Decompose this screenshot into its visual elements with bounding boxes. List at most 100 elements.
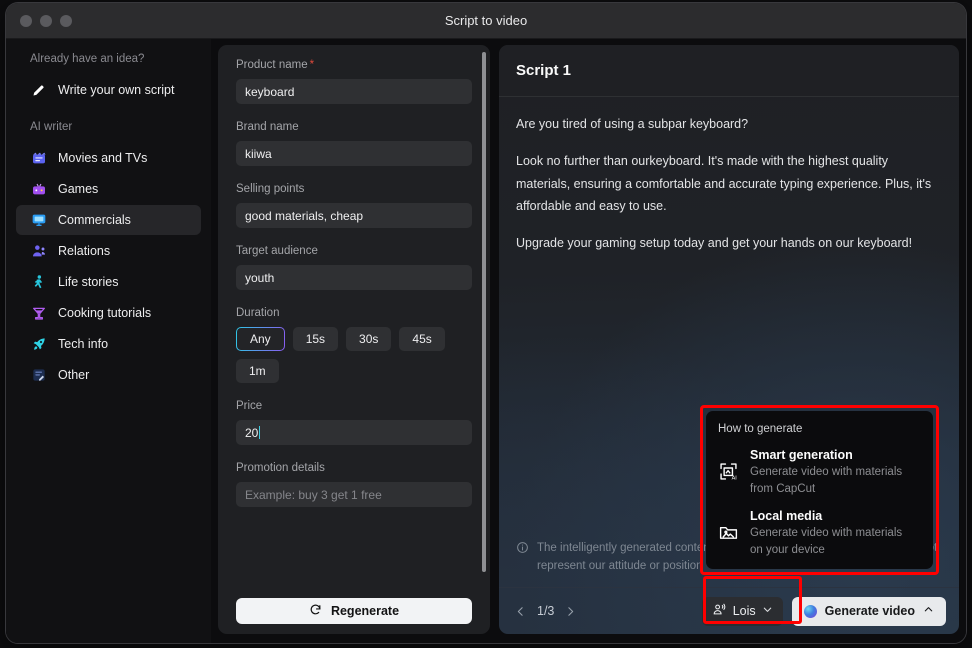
- maximize-button-icon[interactable]: [60, 15, 72, 27]
- monitor-ad-icon: [30, 212, 47, 229]
- option-local-media-text: Local media Generate video with material…: [750, 509, 918, 560]
- refresh-icon: [309, 603, 322, 619]
- option-title: Local media: [750, 509, 918, 523]
- chevron-up-icon: [923, 604, 934, 618]
- script-footer: 1/3 Lois: [499, 587, 959, 634]
- option-title: Smart generation: [750, 448, 918, 462]
- option-smart-generation[interactable]: AI Smart generation Generate video with …: [718, 448, 919, 499]
- regenerate-button[interactable]: Regenerate: [236, 598, 472, 624]
- title-bar: Script to video: [6, 3, 966, 39]
- selling-points-label: Selling points: [236, 183, 472, 195]
- script-paragraph: Upgrade your gaming setup today and get …: [516, 232, 939, 254]
- sidebar-item-label: Games: [58, 182, 98, 196]
- option-description: Generate video with materials from CapCu…: [750, 464, 918, 499]
- script-paragraph: Are you tired of using a subpar keyboard…: [516, 113, 939, 135]
- duration-option-30s[interactable]: 30s: [346, 327, 391, 351]
- script-paragraph: Look no further than ourkeyboard. It's m…: [516, 150, 939, 217]
- sidebar-section-idea-label: Already have an idea?: [6, 53, 211, 65]
- ai-frame-icon: AI: [718, 461, 739, 499]
- how-to-generate-popup: How to generate AI Smart generation Gene…: [700, 405, 939, 575]
- form-scroll-area: Product name* keyboard Brand name kiiwa …: [218, 45, 490, 634]
- voice-selector-button[interactable]: Lois: [702, 597, 783, 626]
- chevron-down-icon: [762, 604, 773, 618]
- sidebar-item-label: Movies and TVs: [58, 151, 147, 165]
- sidebar-item-label: Write your own script: [58, 83, 174, 97]
- selling-points-input[interactable]: good materials, cheap: [236, 203, 472, 228]
- option-smart-generation-text: Smart generation Generate video with mat…: [750, 448, 918, 499]
- brand-name-input[interactable]: kiiwa: [236, 141, 472, 166]
- note-edit-icon: [30, 367, 47, 384]
- voice-person-icon: [712, 602, 727, 620]
- promotion-details-input[interactable]: Example: buy 3 get 1 free: [236, 482, 472, 507]
- sidebar-item-commercials[interactable]: Commercials: [16, 205, 201, 235]
- sidebar-item-cooking-tutorials[interactable]: Cooking tutorials: [16, 298, 201, 328]
- sidebar-item-label: Other: [58, 368, 89, 382]
- sidebar-item-label: Relations: [58, 244, 110, 258]
- game-console-icon: [30, 181, 47, 198]
- duration-label: Duration: [236, 307, 472, 319]
- cocktail-glass-icon: [30, 305, 47, 322]
- price-input-value: 20: [245, 426, 258, 440]
- window-controls[interactable]: [20, 15, 72, 27]
- sidebar-item-write-your-own-script[interactable]: Write your own script: [16, 75, 201, 105]
- target-audience-label: Target audience: [236, 245, 472, 257]
- sidebar-item-label: Commercials: [58, 213, 131, 227]
- text-caret: [259, 426, 260, 439]
- sidebar-item-tech-info[interactable]: Tech info: [16, 329, 201, 359]
- info-icon: [516, 541, 529, 576]
- pencil-icon: [30, 82, 47, 99]
- option-description: Generate video with materials on your de…: [750, 525, 918, 560]
- sidebar-item-label: Tech info: [58, 337, 108, 351]
- duration-option-1m[interactable]: 1m: [236, 359, 279, 383]
- regenerate-button-label: Regenerate: [331, 604, 399, 618]
- target-audience-input[interactable]: youth: [236, 265, 472, 290]
- rocket-icon: [30, 336, 47, 353]
- option-local-media[interactable]: Local media Generate video with material…: [718, 509, 919, 560]
- duration-options: Any 15s 30s 45s 1m: [236, 327, 472, 383]
- sidebar-item-life-stories[interactable]: Life stories: [16, 267, 201, 297]
- people-icon: [30, 243, 47, 260]
- generate-video-label: Generate video: [825, 604, 915, 618]
- form-scrollbar[interactable]: [482, 52, 486, 572]
- price-input[interactable]: 20: [236, 420, 472, 445]
- footer-actions: Lois Generate video: [702, 597, 946, 626]
- duration-option-45s[interactable]: 45s: [399, 327, 444, 351]
- script-pager: 1/3: [514, 604, 577, 618]
- window-title: Script to video: [6, 13, 966, 28]
- ai-orb-icon: [804, 605, 817, 618]
- sidebar-item-label: Cooking tutorials: [58, 306, 151, 320]
- price-label: Price: [236, 400, 472, 412]
- image-folder-icon: [718, 522, 739, 560]
- brand-name-label: Brand name: [236, 121, 472, 133]
- chevron-left-icon[interactable]: [514, 605, 527, 618]
- chevron-right-icon[interactable]: [564, 605, 577, 618]
- sidebar-ai-items: Movies and TVs Games Commercials: [6, 143, 211, 390]
- product-name-label-text: Product name: [236, 59, 308, 71]
- sidebar: Already have an idea? Write your own scr…: [6, 39, 211, 643]
- duration-option-15s[interactable]: 15s: [293, 327, 338, 351]
- minimize-button-icon[interactable]: [40, 15, 52, 27]
- duration-option-any[interactable]: Any: [236, 327, 285, 351]
- clapperboard-icon: [30, 150, 47, 167]
- generate-video-button[interactable]: Generate video: [792, 597, 946, 626]
- page-indicator: 1/3: [537, 604, 554, 618]
- required-asterisk: *: [310, 59, 314, 71]
- sidebar-section-ai-label: AI writer: [6, 121, 211, 133]
- script-content[interactable]: Are you tired of using a subpar keyboard…: [499, 97, 959, 254]
- voice-selector-label: Lois: [733, 604, 756, 618]
- person-walking-icon: [30, 274, 47, 291]
- form-panel: Product name* keyboard Brand name kiiwa …: [218, 45, 490, 634]
- product-name-label: Product name*: [236, 59, 472, 71]
- product-name-input[interactable]: keyboard: [236, 79, 472, 104]
- app-root: Script to video Already have an idea? Wr…: [0, 0, 972, 648]
- sidebar-item-movies-and-tvs[interactable]: Movies and TVs: [16, 143, 201, 173]
- script-title: Script 1: [499, 45, 959, 97]
- sidebar-item-other[interactable]: Other: [16, 360, 201, 390]
- sidebar-item-label: Life stories: [58, 275, 118, 289]
- sidebar-item-relations[interactable]: Relations: [16, 236, 201, 266]
- close-button-icon[interactable]: [20, 15, 32, 27]
- svg-text:AI: AI: [732, 476, 737, 482]
- sidebar-item-games[interactable]: Games: [16, 174, 201, 204]
- how-to-generate-panel: How to generate AI Smart generation Gene…: [706, 411, 933, 569]
- promotion-details-label: Promotion details: [236, 462, 472, 474]
